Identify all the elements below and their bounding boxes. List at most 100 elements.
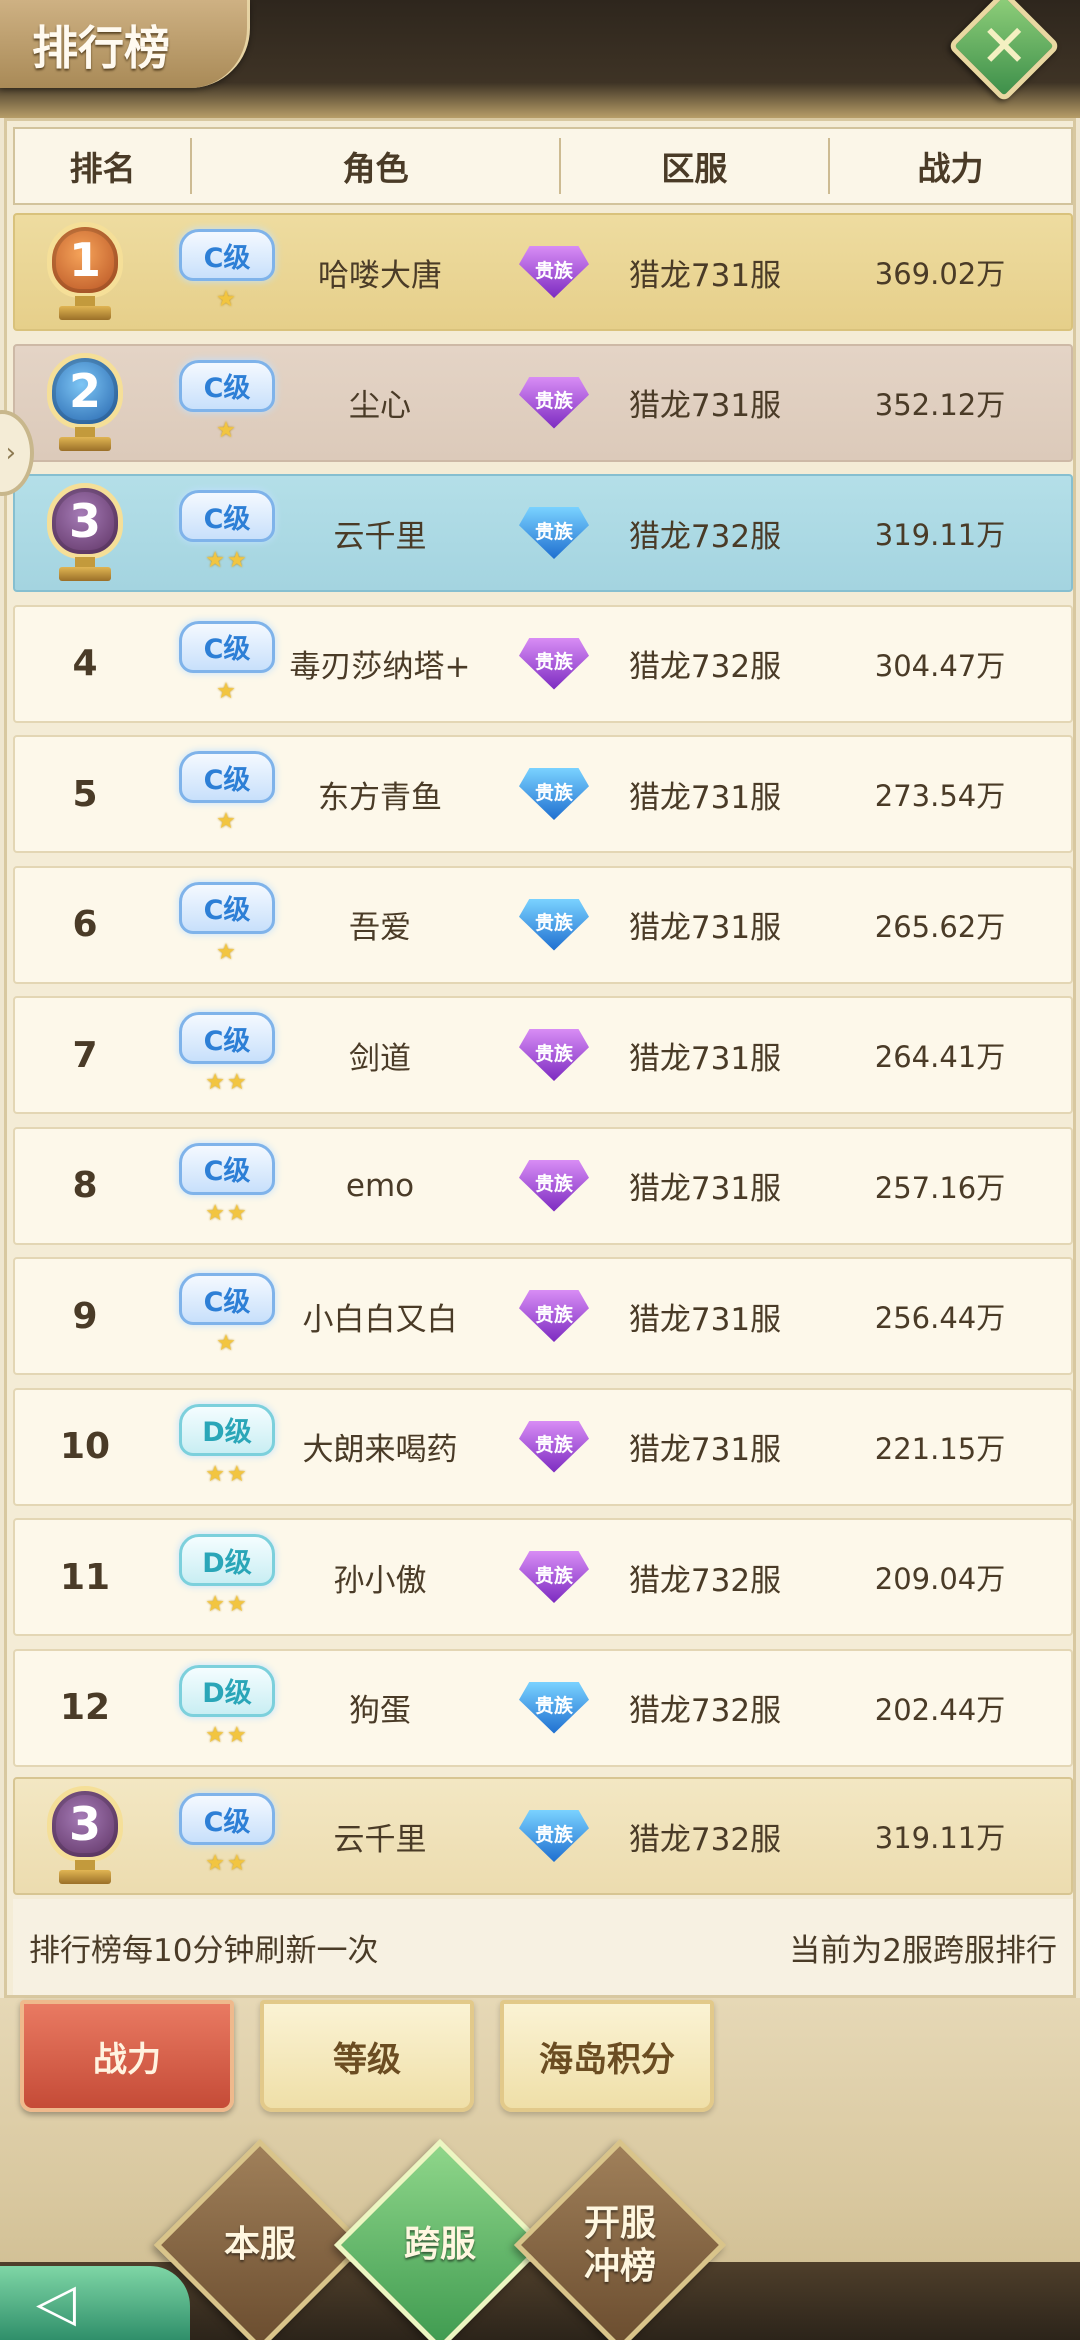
grade-badge: C级 bbox=[179, 1142, 275, 1195]
power-value: 319.11万 bbox=[874, 518, 1006, 552]
noble-gem-icon: 贵族 bbox=[519, 1290, 589, 1342]
table-row[interactable]: 8 C级 ★★ emo 贵族 猎龙731服 257.16万 bbox=[13, 1126, 1073, 1245]
power-value: 221.15万 bbox=[874, 1431, 1006, 1466]
close-x-icon: ✕ bbox=[979, 11, 1029, 80]
scope-local-button[interactable]: 本服 bbox=[185, 2170, 335, 2320]
grade-badge: C级 bbox=[179, 1273, 275, 1325]
header-server: 区服 bbox=[561, 138, 830, 194]
noble-gem-icon: 贵族 bbox=[519, 637, 589, 690]
noble-gem-icon: 贵族 bbox=[519, 1420, 589, 1473]
noble-gem-icon: 贵族 bbox=[519, 246, 589, 298]
player-name: 毒刃莎纳塔+ bbox=[289, 649, 471, 685]
player-name: emo bbox=[345, 1167, 415, 1204]
player-name: 云千里 bbox=[333, 1821, 427, 1858]
scope-open-rush-button[interactable]: 开服 冲榜 bbox=[545, 2170, 695, 2320]
rank-cell: 1 bbox=[15, 215, 155, 329]
noble-gem-icon: 贵族 bbox=[519, 1029, 589, 1081]
noble-gem-icon: 贵族 bbox=[519, 1681, 589, 1734]
power-value: 319.11万 bbox=[874, 1821, 1006, 1855]
trophy-rank-number: 2 bbox=[47, 352, 123, 429]
title-plate: 排行榜 bbox=[0, 0, 250, 88]
tab-island-score[interactable]: 海岛积分 bbox=[500, 2000, 714, 2112]
player-name: 云千里 bbox=[333, 518, 427, 555]
grade-badge: C级 bbox=[179, 359, 275, 412]
grade-badge: C级 bbox=[179, 490, 275, 542]
star-rating: ★ bbox=[216, 287, 238, 312]
rank-cell: 12 bbox=[15, 1651, 155, 1765]
back-button[interactable]: ◁ bbox=[0, 2266, 190, 2340]
power-value: 273.54万 bbox=[874, 779, 1006, 813]
table-row[interactable]: 3 C级 ★★ 云千里 贵族 猎龙732服 319.11万 bbox=[13, 474, 1073, 592]
table-row[interactable]: 12 D级 ★★ 狗蛋 贵族 猎龙732服 202.44万 bbox=[13, 1648, 1073, 1767]
scope-cross-button[interactable]: 跨服 bbox=[365, 2170, 515, 2320]
close-button[interactable]: ✕ bbox=[947, 0, 1061, 103]
server-name: 猎龙732服 bbox=[628, 649, 782, 685]
rank-number: 5 bbox=[72, 773, 98, 815]
rank-cell: 7 bbox=[15, 998, 155, 1112]
rank-cell: 3 bbox=[15, 476, 155, 590]
server-name: 猎龙731服 bbox=[628, 1040, 782, 1077]
noble-cell: 贵族 bbox=[509, 476, 599, 590]
noble-gem-icon: 贵族 bbox=[519, 1810, 589, 1862]
table-row[interactable]: 10 D级 ★★ 大朗来喝药 贵族 猎龙731服 221.15万 bbox=[13, 1387, 1073, 1506]
tab-level[interactable]: 等级 bbox=[260, 2000, 474, 2112]
grade-badge: D级 bbox=[179, 1664, 275, 1717]
table-row[interactable]: 9 C级 ★ 小白白又白 贵族 猎龙731服 256.44万 bbox=[13, 1257, 1073, 1375]
table-row[interactable]: 7 C级 ★★ 剑道 贵族 猎龙731服 264.41万 bbox=[13, 996, 1073, 1114]
tab-power[interactable]: 战力 bbox=[20, 2000, 234, 2112]
noble-cell: 贵族 bbox=[509, 1779, 599, 1893]
power-value: 352.12万 bbox=[874, 387, 1006, 422]
power-value: 256.44万 bbox=[874, 1301, 1006, 1335]
rank-cell: 10 bbox=[15, 1390, 155, 1504]
rank-cell: 5 bbox=[15, 737, 155, 851]
player-name: 小白白又白 bbox=[302, 1301, 458, 1338]
player-name: 大朗来喝药 bbox=[302, 1432, 458, 1468]
rank-cell: 11 bbox=[15, 1520, 155, 1634]
noble-cell: 贵族 bbox=[509, 1259, 599, 1373]
server-name: 猎龙731服 bbox=[628, 257, 782, 294]
player-name: 东方青鱼 bbox=[318, 779, 442, 816]
table-header: 排名 角色 区服 战力 bbox=[13, 127, 1073, 205]
server-name: 猎龙731服 bbox=[628, 910, 782, 946]
server-name: 猎龙731服 bbox=[628, 1171, 782, 1207]
noble-cell: 贵族 bbox=[509, 215, 599, 329]
ranking-list: 1 C级 ★ 哈喽大唐 贵族 猎龙731服 369.02万 2 C级 ★ 尘心 贵族 猎龙731服 352… bbox=[13, 213, 1073, 1779]
grade-badge: D级 bbox=[179, 1403, 275, 1456]
header-rank: 排名 bbox=[15, 138, 193, 194]
rank-number: 11 bbox=[59, 1556, 111, 1598]
rank-number: 6 bbox=[72, 904, 98, 945]
rank-cell: 3 bbox=[15, 1779, 155, 1893]
noble-cell: 贵族 bbox=[509, 998, 599, 1112]
star-rating: ★★ bbox=[205, 548, 249, 573]
rank-cell: 2 bbox=[15, 346, 155, 460]
grade-badge: C级 bbox=[179, 620, 275, 673]
power-value: 369.02万 bbox=[874, 257, 1006, 291]
power-value: 202.44万 bbox=[874, 1692, 1006, 1727]
player-name: 孙小傲 bbox=[333, 1562, 427, 1599]
server-name: 猎龙731服 bbox=[628, 779, 782, 816]
grade-badge: C级 bbox=[179, 881, 275, 934]
back-arrow-icon: ◁ bbox=[36, 2273, 76, 2333]
rank-number: 10 bbox=[59, 1426, 111, 1467]
star-rating: ★ bbox=[216, 939, 238, 965]
table-row[interactable]: 1 C级 ★ 哈喽大唐 贵族 猎龙731服 369.02万 bbox=[13, 213, 1073, 331]
star-rating: ★ bbox=[216, 1331, 238, 1356]
player-name: 尘心 bbox=[349, 388, 411, 424]
grade-badge: C级 bbox=[179, 1793, 275, 1845]
grade-badge: D级 bbox=[179, 1534, 275, 1586]
my-rank-row[interactable]: 3 C级 ★★ 云千里 贵族 猎龙732服 319.11万 bbox=[13, 1777, 1073, 1895]
page-title: 排行榜 bbox=[32, 21, 170, 75]
power-value: 265.62万 bbox=[874, 909, 1006, 944]
server-name: 猎龙732服 bbox=[628, 518, 782, 555]
footer-bar: 排行榜每10分钟刷新一次 当前为2服跨服排行 bbox=[13, 1899, 1073, 1995]
server-name: 猎龙732服 bbox=[628, 1562, 782, 1599]
star-rating: ★ bbox=[216, 809, 238, 834]
table-row[interactable]: 2 C级 ★ 尘心 贵族 猎龙731服 352.12万 bbox=[13, 343, 1073, 462]
table-row[interactable]: 5 C级 ★ 东方青鱼 贵族 猎龙731服 273.54万 bbox=[13, 735, 1073, 853]
table-row[interactable]: 4 C级 ★ 毒刃莎纳塔+ 贵族 猎龙732服 304.47万 bbox=[13, 604, 1073, 723]
trophy-icon: 1 bbox=[37, 220, 133, 324]
table-row[interactable]: 6 C级 ★ 吾爱 贵族 猎龙731服 265.62万 bbox=[13, 865, 1073, 984]
header-role: 角色 bbox=[192, 138, 561, 194]
table-row[interactable]: 11 D级 ★★ 孙小傲 贵族 猎龙732服 209.04万 bbox=[13, 1518, 1073, 1636]
noble-cell: 贵族 bbox=[509, 1651, 599, 1765]
